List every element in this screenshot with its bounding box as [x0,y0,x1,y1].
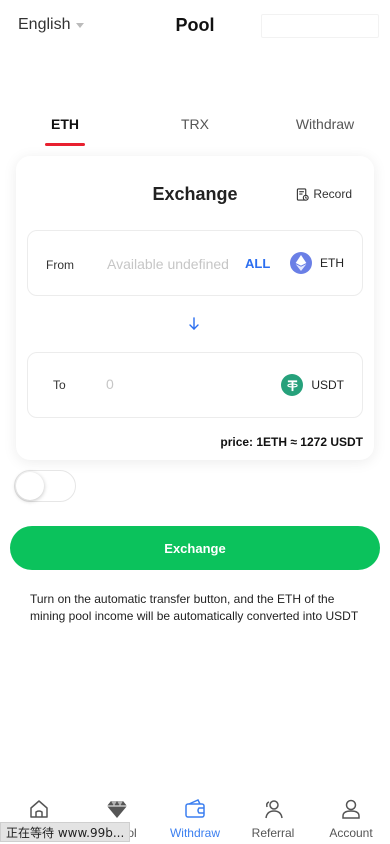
tabbar-label-referral: Referral [251,826,295,840]
to-coin-label: USDT [311,378,344,392]
header-right-placeholder [261,14,379,38]
exchange-button[interactable]: Exchange [10,526,380,570]
price-text: price: 1ETH ≈ 1272 USDT [220,435,363,449]
tabbar-label-withdraw: Withdraw [169,826,220,840]
to-coin: USDT [281,374,344,396]
tabbar-item-withdraw[interactable]: Withdraw [156,798,234,840]
browser-status-text: 正在等待 www.99b... [0,822,131,842]
tabbar-label-account: Account [329,826,373,840]
wallet-icon [185,799,205,818]
home-icon [30,800,48,818]
to-row: To 0 USDT [27,352,363,418]
usdt-icon [281,374,304,396]
arrow-down-icon [189,317,199,330]
from-coin: ETH [290,252,344,274]
header: English Pool [0,0,390,52]
coin-tabs: ETH TRX Withdraw [0,104,390,148]
exchange-card: Exchange Record From Available undefined… [16,156,374,460]
tabbar-item-account[interactable]: Account [312,798,390,840]
record-button[interactable]: Record [296,187,352,201]
toggle-knob [16,472,44,500]
all-button[interactable]: ALL [245,256,270,271]
from-coin-label: ETH [320,256,344,270]
tab-eth[interactable]: ETH [45,116,85,132]
record-label: Record [313,187,352,201]
from-amount-input[interactable]: Available undefined [107,256,229,272]
auto-transfer-note: Turn on the automatic transfer button, a… [30,592,359,623]
record-icon [297,187,310,201]
tab-active-indicator [45,143,85,146]
tab-trx[interactable]: TRX [175,116,215,132]
user-icon [342,799,360,819]
diamond-icon [107,801,127,818]
from-row: From Available undefined ALL ETH [27,230,363,296]
tabbar-item-referral[interactable]: Referral [234,798,312,840]
eth-icon [290,252,312,274]
tab-withdraw[interactable]: Withdraw [290,116,360,132]
to-amount: 0 [106,376,114,392]
to-label: To [53,378,66,392]
users-icon [265,800,283,819]
from-label: From [46,258,74,272]
auto-transfer-toggle[interactable] [14,470,76,502]
